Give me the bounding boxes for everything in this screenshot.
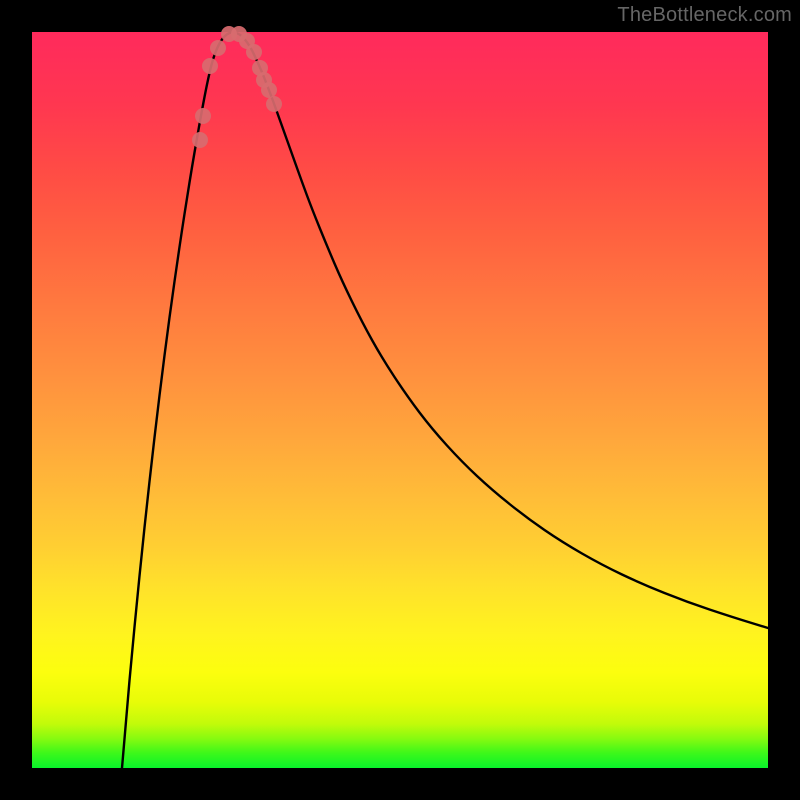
series-left-descent [122, 32, 232, 768]
bead-dot [246, 44, 262, 60]
chart-frame: TheBottleneck.com [0, 0, 800, 800]
bead-dot [266, 96, 282, 112]
watermark-text: TheBottleneck.com [617, 4, 792, 27]
series-lines [122, 32, 768, 768]
bead-dot [195, 108, 211, 124]
plot-area [32, 32, 768, 768]
bead-dot [192, 132, 208, 148]
bead-dot [210, 40, 226, 56]
bead-dot [202, 58, 218, 74]
curve-svg [32, 32, 768, 768]
bead-dot [261, 82, 277, 98]
series-right-ascent [232, 32, 768, 628]
